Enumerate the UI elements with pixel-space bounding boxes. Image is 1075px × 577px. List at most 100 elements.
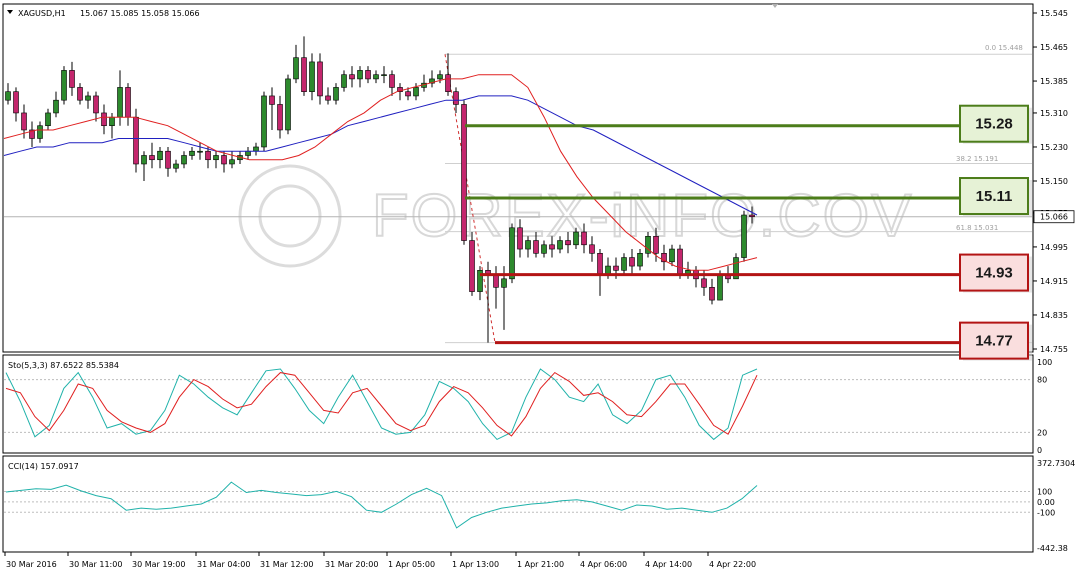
candle-body [173,163,179,169]
candle-body [85,95,91,101]
candle-body [261,95,267,148]
cci-tick-label: -442.38 [1037,544,1068,553]
candle-body [389,74,395,88]
price-tick-label: 14.915 [1040,277,1068,286]
cci-tick-label: -100 [1037,508,1055,517]
candle-body [37,125,43,139]
cci-panel [2,455,1034,553]
level-label: 15.28 [975,116,1013,133]
price-panel [2,3,1034,353]
candle-body [653,235,659,254]
candle-body [749,214,755,218]
candle-body [405,91,411,97]
candle-body [293,57,299,80]
stoch-tick-label: 100 [1037,358,1052,367]
price-tick-label: 14.835 [1040,311,1068,320]
candle-body [109,116,115,127]
candle-body [245,150,251,156]
cci-header: CCI(14) 157.0917 [8,462,79,471]
candle-body [637,253,643,267]
candle-body [381,74,387,76]
candle-body [509,227,515,280]
level-label: 15.11 [976,188,1013,205]
candle-body [525,240,531,250]
candle-body [165,150,171,169]
candle-body [53,99,59,114]
price-tick-label: 14.755 [1040,345,1068,354]
level-label: 14.77 [975,333,1013,350]
time-tick-label: 31 Mar 04:00 [197,560,250,569]
candle-body [709,287,715,301]
candle-body [717,274,723,301]
time-axis: 30 Mar 2016 30 Mar 11:00 30 Mar 19:00 31 Ma… [4,552,756,569]
candle-body [741,214,747,258]
candle-body [341,74,347,88]
time-tick-label: 30 Mar 11:00 [69,560,122,569]
candle-body [597,253,603,275]
price-tick-label: 15.310 [1040,109,1068,118]
time-tick-label: 1 Apr 13:00 [452,560,499,569]
fibo-label-0: 0.0 15.448 [985,44,1023,52]
level-label: 14.93 [975,265,1013,282]
time-tick-label: 31 Mar 20:00 [325,560,378,569]
candle-body [517,227,523,250]
time-tick-label: 4 Apr 22:00 [709,560,756,569]
candle-body [325,95,331,101]
candle-body [253,146,259,152]
candle-body [21,112,27,131]
candle-body [301,57,307,92]
time-tick-label: 30 Mar 2016 [6,560,57,569]
candle-body [493,274,499,288]
candle-body [557,240,563,250]
stochastic-panel [2,354,1034,454]
price-tick-label: 15.150 [1040,177,1068,186]
stoch-tick-label: 0 [1037,446,1042,455]
symbol-label: XAGUSD,H1 [18,9,66,18]
candle-body [117,87,123,118]
candle-body [469,240,475,292]
candle-body [285,78,291,131]
time-tick-label: 1 Apr 05:00 [388,560,435,569]
price-tick-label: 15.465 [1040,43,1068,52]
candle-body [533,240,539,254]
price-axis: 15.545 15.465 15.385 15.310 15.230 15.150 15.0… [1033,9,1075,354]
candle-body [205,150,211,161]
candle-body [453,91,459,105]
candle-body [357,70,363,80]
candle-body [565,240,571,246]
candle-body [221,155,227,165]
candle-body [61,70,67,101]
candle-body [277,104,283,131]
candle-body [197,150,203,153]
time-tick-label: 1 Apr 21:00 [517,560,564,569]
candle-body [581,231,587,246]
time-tick-label: 31 Mar 12:00 [260,560,313,569]
cci-tick-label: 0.00 [1037,498,1055,507]
candle-body [149,155,155,161]
candle-body [573,231,579,246]
stochastic-header: Sto(5,3,3) 87.6522 85.5384 [8,361,119,370]
candle-body [621,257,627,271]
price-tick-label: 15.230 [1040,143,1068,152]
time-tick-label: 30 Mar 19:00 [132,560,185,569]
candle-body [437,74,443,80]
stoch-tick-label: 20 [1037,428,1047,437]
candle-body [133,116,139,165]
candle-body [157,150,163,161]
candle-body [13,91,19,114]
candle-body [189,150,195,156]
candle-body [629,257,635,267]
candle-body [613,265,619,271]
stoch-tick-label: 80 [1037,376,1047,385]
price-tick-label: 15.385 [1040,77,1068,86]
candle-body [549,244,555,250]
candle-body [541,244,547,254]
price-tick-label: 15.545 [1040,9,1068,18]
chart-canvas: FOREX-iNFO.COV XAGUSD,H1 15.067 15.085 1… [2,3,1075,569]
candle-body [317,61,323,97]
time-tick-label: 4 Apr 14:00 [645,560,692,569]
candle-body [669,248,675,263]
candle-body [77,87,83,101]
candle-body [701,278,707,288]
candle-body [445,74,451,92]
